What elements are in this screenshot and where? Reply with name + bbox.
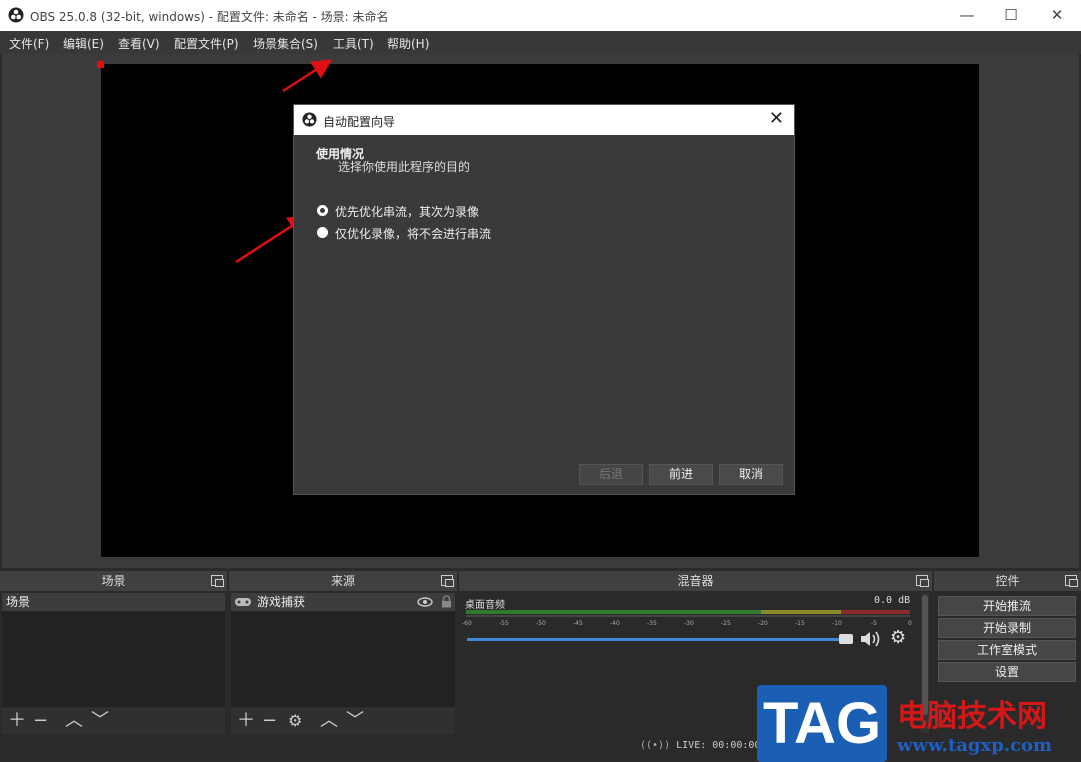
site-watermark: TAG 电脑技术网 www.tagxp.com (757, 685, 1081, 762)
meter-scale: -60 -55 -50 -45 -40 -35 -30 -25 -20 -15 … (462, 620, 916, 630)
scale-tick: -55 (499, 620, 509, 627)
radio-record-only[interactable] (317, 227, 328, 238)
scene-item[interactable]: 场景 (2, 593, 225, 611)
scale-tick: 0 (908, 620, 912, 627)
scale-tick: -15 (795, 620, 805, 627)
scenes-toolbar: ＋ − ︿ ﹀ (2, 708, 225, 734)
mixer-channel-name: 桌面音频 (465, 600, 505, 611)
option-stream-priority-label[interactable]: 优先优化串流，其次为录像 (335, 203, 479, 220)
back-button[interactable]: 后退 (579, 464, 643, 485)
sources-toolbar: ＋ − ⚙ ︿ ﹀ (231, 708, 455, 734)
move-up-icon[interactable]: ︿ (65, 711, 83, 731)
sources-dock-header: 来源 (229, 571, 457, 591)
mixer-dock-header: 混音器 (459, 571, 932, 591)
sources-list: 游戏捕获 (231, 593, 455, 707)
scale-tick: -50 (536, 620, 546, 627)
dialog-body: 使用情况 选择你使用此程序的目的 优先优化串流，其次为录像 仅优化录像，将不会进… (294, 135, 794, 494)
scenes-dock-header: 场景 (0, 571, 227, 591)
scale-tick: -45 (573, 620, 583, 627)
watermark-tag-logo: TAG (757, 685, 887, 762)
visibility-eye-icon[interactable] (417, 597, 433, 607)
gear-icon[interactable]: ⚙ (890, 627, 906, 648)
sources-dock: 来源 游戏捕获 ＋ − ⚙ ︿ ﹀ (229, 571, 457, 762)
studio-mode-button[interactable]: 工作室模式 (938, 640, 1076, 660)
meter-green-zone (466, 610, 761, 614)
audio-meter (466, 610, 910, 614)
speaker-icon[interactable] (860, 630, 882, 648)
move-down-icon[interactable]: ﹀ (91, 711, 109, 731)
scale-tick: -25 (721, 620, 731, 627)
scale-tick: -60 (462, 620, 472, 627)
scenes-dock-title: 场景 (101, 574, 126, 588)
watermark-site-name: 电脑技术网 (897, 699, 1047, 734)
section-subtitle: 选择你使用此程序的目的 (338, 160, 471, 174)
remove-icon[interactable]: − (262, 711, 277, 731)
start-recording-button[interactable]: 开始录制 (938, 618, 1076, 638)
scale-tick: -40 (610, 620, 620, 627)
meter-baseline (466, 615, 910, 617)
live-timer: LIVE: 00:00:00 (676, 740, 761, 751)
settings-button[interactable]: 设置 (938, 662, 1076, 682)
scale-tick: -10 (832, 620, 842, 627)
watermark-url: www.tagxp.com (897, 735, 1053, 756)
float-dock-icon[interactable] (916, 575, 929, 587)
mixer-level-readout: 0.0 dB (874, 595, 911, 606)
auto-config-wizard-dialog: 自动配置向导 ✕ 使用情况 选择你使用此程序的目的 优先优化串流，其次为录像 仅… (293, 104, 795, 495)
obs-logo-icon (302, 112, 317, 127)
move-up-icon[interactable]: ︿ (320, 711, 338, 731)
float-dock-icon[interactable] (1065, 575, 1078, 587)
source-item[interactable]: 游戏捕获 (231, 593, 455, 611)
move-down-icon[interactable]: ﹀ (346, 711, 364, 731)
cancel-button[interactable]: 取消 (719, 464, 783, 485)
meter-yellow-zone (761, 610, 841, 614)
add-icon[interactable]: ＋ (8, 711, 26, 731)
scale-tick: -35 (647, 620, 657, 627)
arrow-to-tools-menu (282, 59, 333, 93)
controls-dock-header: 控件 (934, 571, 1081, 591)
status-bar: ((•)) LIVE: 00:00:00 (640, 740, 760, 751)
sources-dock-title: 来源 (330, 574, 355, 588)
controls-dock-title: 控件 (995, 574, 1020, 588)
mixer-dock-title: 混音器 (677, 574, 714, 588)
dialog-close-button[interactable]: ✕ (769, 108, 784, 129)
gear-icon[interactable]: ⚙ (288, 711, 302, 731)
lock-icon[interactable] (441, 595, 452, 608)
add-icon[interactable]: ＋ (237, 711, 255, 731)
remove-icon[interactable]: − (33, 711, 48, 731)
gamepad-icon (235, 598, 251, 606)
radio-stream-priority[interactable] (317, 205, 328, 216)
next-button[interactable]: 前进 (649, 464, 713, 485)
option-record-only-label[interactable]: 仅优化录像，将不会进行串流 (335, 225, 491, 242)
broadcast-icon: ((•)) (640, 740, 671, 751)
source-item-label: 游戏捕获 (257, 595, 306, 609)
scale-tick: -20 (758, 620, 768, 627)
start-streaming-button[interactable]: 开始推流 (938, 596, 1076, 616)
scenes-dock: 场景 场景 ＋ − ︿ ﹀ (0, 571, 227, 762)
scenes-list: 场景 (2, 593, 225, 707)
meter-red-zone (841, 610, 910, 614)
float-dock-icon[interactable] (211, 575, 224, 587)
volume-slider[interactable] (467, 638, 847, 641)
dialog-titlebar: 自动配置向导 ✕ (294, 105, 794, 135)
scale-tick: -5 (871, 620, 877, 627)
scale-tick: -30 (684, 620, 694, 627)
dialog-title: 自动配置向导 (323, 115, 396, 129)
volume-slider-handle[interactable] (839, 634, 853, 644)
float-dock-icon[interactable] (441, 575, 454, 587)
